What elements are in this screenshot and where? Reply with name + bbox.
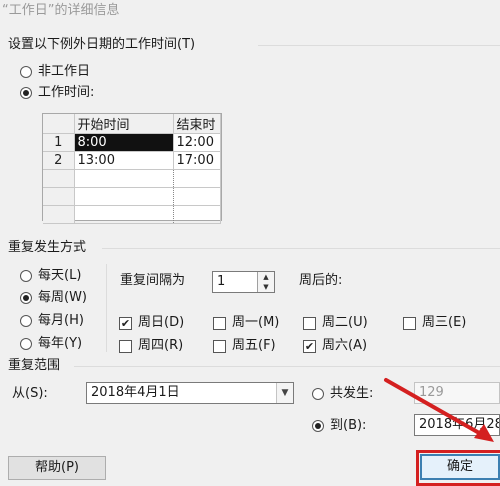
occurrences-label: 共发生: xyxy=(330,386,374,401)
table-corner xyxy=(43,114,75,134)
row-number xyxy=(43,205,75,224)
table-row[interactable] xyxy=(43,205,221,224)
end-time-cell[interactable] xyxy=(173,169,221,188)
table-row[interactable]: 1 8:00 12:00 xyxy=(43,133,221,152)
start-time-cell[interactable] xyxy=(74,205,174,224)
start-time-cell[interactable]: 8:00 xyxy=(74,133,174,152)
row-number xyxy=(43,169,75,188)
monthly-radio[interactable] xyxy=(20,315,32,327)
end-time-cell[interactable]: 17:00 xyxy=(173,151,221,170)
after-weeks-label: 周后的: xyxy=(299,273,343,288)
annotation-arrow-icon xyxy=(384,378,494,442)
row-number: 1 xyxy=(43,133,75,152)
divider xyxy=(102,248,500,249)
end-by-radio[interactable] xyxy=(312,420,324,432)
start-time-header[interactable]: 开始时间 xyxy=(74,114,174,134)
daily-radio[interactable] xyxy=(20,270,32,282)
from-date-value: 2018年4月1日 xyxy=(91,385,180,400)
divider xyxy=(74,366,500,367)
yearly-label: 每年(Y) xyxy=(38,336,83,351)
spin-up-icon[interactable]: ▲ xyxy=(258,272,274,282)
interval-stepper[interactable]: 1 ▲ ▼ xyxy=(212,271,275,293)
recurrence-heading: 重复发生方式 xyxy=(8,240,87,255)
occurrences-radio[interactable] xyxy=(312,388,324,400)
wednesday-checkbox[interactable] xyxy=(403,317,416,330)
dialog-title: “工作日”的详细信息 xyxy=(2,3,120,18)
divider xyxy=(258,45,500,46)
sunday-checkbox[interactable]: ✔ xyxy=(119,317,132,330)
start-time-cell[interactable] xyxy=(74,187,174,206)
spin-down-icon[interactable]: ▼ xyxy=(258,282,274,292)
row-number: 2 xyxy=(43,151,75,170)
monday-label: 周一(M) xyxy=(232,315,280,330)
range-heading: 重复范围 xyxy=(8,358,61,373)
sunday-label: 周日(D) xyxy=(138,315,185,330)
vertical-divider xyxy=(106,264,107,352)
daily-label: 每天(L) xyxy=(38,268,82,283)
working-time-radio[interactable] xyxy=(20,87,32,99)
yearly-radio[interactable] xyxy=(20,338,32,350)
non-working-radio[interactable] xyxy=(20,66,32,78)
monthly-label: 每月(H) xyxy=(38,313,84,328)
interval-spin-buttons[interactable]: ▲ ▼ xyxy=(257,272,274,292)
section-heading: 设置以下例外日期的工作时间(T) xyxy=(8,37,196,52)
non-working-label: 非工作日 xyxy=(38,64,91,79)
friday-checkbox[interactable] xyxy=(213,340,226,353)
ok-button[interactable]: 确定 xyxy=(420,454,500,480)
end-by-label: 到(B): xyxy=(330,418,367,433)
table-row[interactable] xyxy=(43,169,221,188)
help-button[interactable]: 帮助(P) xyxy=(8,456,106,480)
end-time-cell[interactable] xyxy=(173,187,221,206)
from-label: 从(S): xyxy=(12,386,48,401)
from-date-picker[interactable]: 2018年4月1日 ▼ xyxy=(86,382,294,404)
monday-checkbox[interactable] xyxy=(213,317,226,330)
end-time-cell[interactable] xyxy=(173,205,221,224)
working-time-label: 工作时间: xyxy=(38,85,95,100)
weekly-label: 每周(W) xyxy=(38,290,87,305)
table-header-row: 开始时间 结束时 xyxy=(43,114,221,134)
saturday-checkbox[interactable]: ✔ xyxy=(303,340,316,353)
saturday-label: 周六(A) xyxy=(322,338,368,353)
end-time-header[interactable]: 结束时 xyxy=(173,114,221,134)
end-time-cell[interactable]: 12:00 xyxy=(173,133,221,152)
working-time-table[interactable]: 开始时间 结束时 1 8:00 12:00 2 13:00 17:00 xyxy=(42,113,222,224)
row-number xyxy=(43,187,75,206)
weekly-radio[interactable] xyxy=(20,292,32,304)
friday-label: 周五(F) xyxy=(232,338,276,353)
start-time-cell[interactable]: 13:00 xyxy=(74,151,174,170)
interval-value: 1 xyxy=(217,274,226,289)
thursday-label: 周四(R) xyxy=(138,338,184,353)
thursday-checkbox[interactable] xyxy=(119,340,132,353)
start-time-cell[interactable] xyxy=(74,169,174,188)
table-row[interactable]: 2 13:00 17:00 xyxy=(43,151,221,170)
tuesday-checkbox[interactable] xyxy=(303,317,316,330)
tuesday-label: 周二(U) xyxy=(322,315,368,330)
interval-label: 重复间隔为 xyxy=(120,273,186,288)
table-row[interactable] xyxy=(43,187,221,206)
chevron-down-icon[interactable]: ▼ xyxy=(276,383,293,403)
wednesday-label: 周三(E) xyxy=(422,315,467,330)
